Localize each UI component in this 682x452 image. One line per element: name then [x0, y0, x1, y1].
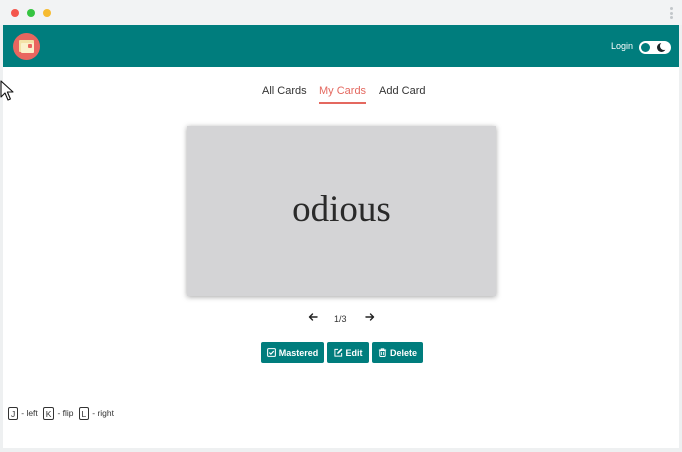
login-link[interactable]: Login [611, 41, 633, 51]
arrow-right-icon [365, 313, 375, 321]
next-card-button[interactable] [363, 310, 377, 324]
mastered-label: Mastered [278, 347, 319, 358]
dark-mode-toggle[interactable] [639, 41, 671, 54]
card-tabs: All Cards My Cards Add Card [3, 85, 679, 107]
card-pager: 1/3 [3, 310, 679, 328]
top-navbar: Login [3, 25, 679, 67]
edit-icon [333, 348, 342, 357]
shortcut-key-k: K [42, 406, 55, 420]
mouse-cursor-icon [0, 80, 14, 101]
more-options-icon[interactable] [670, 7, 673, 19]
delete-label: Delete [389, 347, 417, 358]
edit-button[interactable]: Edit [327, 342, 369, 363]
flashcard-word: odious [292, 188, 391, 230]
arrow-left-icon [308, 313, 318, 321]
app-page: Login All Cards My Cards Add Card odious… [3, 25, 679, 448]
app-logo-icon[interactable] [13, 33, 40, 60]
shortcut-key-j: J [8, 406, 19, 420]
edit-label: Edit [345, 347, 363, 358]
tab-add-card[interactable]: Add Card [379, 85, 425, 104]
check-square-icon [266, 348, 276, 357]
shortcut-label-flip: - flip [57, 408, 74, 418]
card-position: 1/3 [334, 314, 347, 324]
maximize-window-button[interactable] [43, 9, 51, 17]
close-window-button[interactable] [11, 9, 19, 17]
mastered-button[interactable]: Mastered [261, 342, 324, 363]
trash-icon [378, 348, 387, 357]
shortcut-key-l: L [78, 406, 90, 420]
keyboard-shortcuts: J - left K - flip L - right [8, 405, 119, 421]
browser-window: Login All Cards My Cards Add Card odious… [0, 0, 682, 452]
toggle-knob [641, 43, 650, 52]
previous-card-button[interactable] [306, 310, 320, 324]
shortcut-label-right: - right [92, 408, 114, 418]
shortcut-label-left: - left [21, 408, 38, 418]
tab-my-cards[interactable]: My Cards [319, 85, 367, 104]
card-actions: Mastered Edit Delete [3, 342, 679, 364]
flashcard[interactable]: odious [187, 126, 496, 296]
tab-all-cards[interactable]: All Cards [262, 85, 307, 104]
delete-button[interactable]: Delete [372, 342, 423, 363]
window-titlebar [0, 0, 682, 25]
minimize-window-button[interactable] [27, 9, 35, 17]
